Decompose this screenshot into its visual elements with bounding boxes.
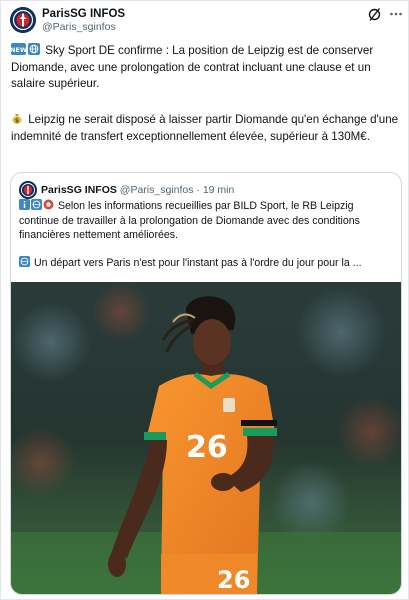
shirt-number: 26: [186, 430, 228, 465]
svg-text:$: $: [15, 118, 19, 125]
globe-icon: [28, 43, 40, 55]
tweet-text-1: Sky Sport DE confirme : La position de L…: [11, 44, 374, 90]
quoted-header: ParisSG INFOS @Paris_sginfos · 19 min: [41, 183, 234, 197]
more-options-icon[interactable]: [389, 7, 403, 21]
alert-icon: [43, 199, 54, 210]
tweet-card[interactable]: ParisSG INFOS @Paris_sginfos NEW Sky Spo…: [0, 0, 409, 600]
tweet-text-2: Leipzig ne serait disposé à laisser part…: [11, 113, 399, 143]
author-handle[interactable]: @Paris_sginfos: [42, 21, 116, 34]
quoted-avatar[interactable]: [19, 181, 37, 199]
avatar[interactable]: [10, 7, 36, 33]
info-icon: [19, 199, 30, 210]
new-badge-icon: NEW: [10, 43, 27, 55]
tweet-paragraph-1: NEW Sky Sport DE confirme : La position …: [10, 43, 401, 93]
quoted-author-name[interactable]: ParisSG INFOS: [41, 184, 117, 196]
quoted-paragraph-2: Un départ vers Paris n'est pour l'instan…: [19, 256, 395, 271]
quoted-author-handle[interactable]: @Paris_sginfos: [120, 184, 194, 196]
tweet-paragraph-2: $ Leipzig ne serait disposé à laisser pa…: [11, 112, 401, 145]
grok-icon[interactable]: [367, 7, 382, 22]
quoted-paragraph-1: Selon les informations recueillies par B…: [19, 199, 395, 243]
author-name[interactable]: ParisSG INFOS: [42, 7, 125, 21]
shorts-number-label: 26: [217, 566, 250, 594]
globe-icon: [19, 256, 30, 267]
quoted-text-1: Selon les informations recueillies par B…: [19, 200, 360, 241]
globe-icon: [31, 199, 42, 210]
svg-text:NEW: NEW: [11, 46, 26, 54]
player-photo[interactable]: 26 26 26: [11, 282, 401, 594]
quoted-tweet[interactable]: ParisSG INFOS @Paris_sginfos · 19 min Se…: [10, 172, 402, 595]
quoted-separator: ·: [196, 184, 200, 196]
quoted-text-2: Un départ vers Paris n'est pour l'instan…: [33, 257, 362, 269]
money-bag-icon: $: [11, 112, 23, 125]
quoted-time[interactable]: 19 min: [203, 184, 235, 196]
